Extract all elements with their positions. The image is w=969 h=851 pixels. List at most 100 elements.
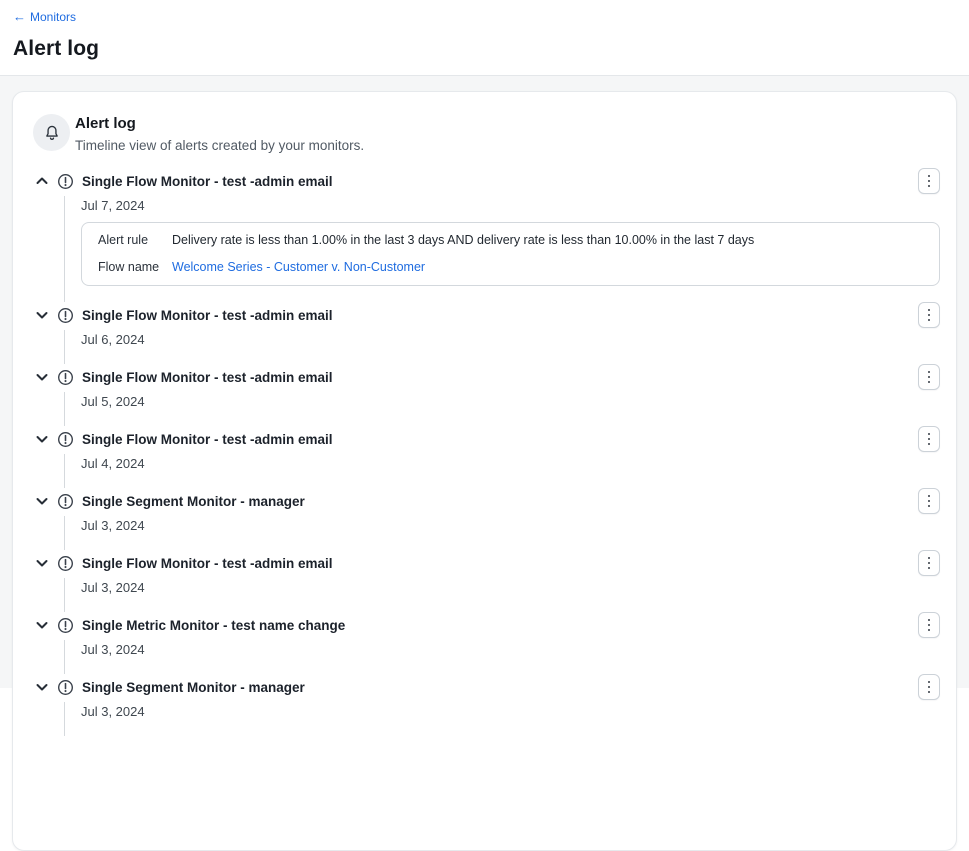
kebab-dot xyxy=(928,624,931,627)
alert-warning-icon xyxy=(57,307,74,324)
card-titles: Alert log Timeline view of alerts create… xyxy=(75,114,364,155)
expand-collapse-button[interactable] xyxy=(33,430,51,448)
kebab-dot xyxy=(928,314,931,317)
alert-entry-header: Single Flow Monitor - test -admin email xyxy=(33,305,940,325)
alert-entry-header: Single Flow Monitor - test -admin email xyxy=(33,553,940,573)
alert-title: Single Flow Monitor - test -admin email xyxy=(82,432,333,447)
kebab-dot xyxy=(928,433,931,436)
expand-collapse-button[interactable] xyxy=(33,678,51,696)
alert-title: Single Flow Monitor - test -admin email xyxy=(82,174,333,189)
alert-entry: Single Flow Monitor - test -admin email … xyxy=(33,305,940,367)
alert-rule-label: Alert rule xyxy=(98,233,172,248)
flow-name-link[interactable]: Welcome Series - Customer v. Non-Custome… xyxy=(172,260,425,275)
alert-title: Single Flow Monitor - test -admin email xyxy=(82,370,333,385)
kebab-dot xyxy=(928,691,931,694)
alert-entry: Single Flow Monitor - test -admin email … xyxy=(33,553,940,615)
alert-entry: Single Flow Monitor - test -admin email … xyxy=(33,367,940,429)
expand-collapse-button[interactable] xyxy=(33,368,51,386)
kebab-menu-button[interactable] xyxy=(918,612,940,638)
breadcrumb-label: Monitors xyxy=(30,10,76,24)
kebab-dot xyxy=(928,309,931,312)
alert-date: Jul 3, 2024 xyxy=(81,642,940,658)
alert-list: Single Flow Monitor - test -admin email … xyxy=(33,171,940,739)
kebab-dot xyxy=(928,562,931,565)
chevron-down-icon xyxy=(34,617,50,633)
alert-rule-value: Delivery rate is less than 1.00% in the … xyxy=(172,233,754,248)
kebab-menu-button[interactable] xyxy=(918,302,940,328)
kebab-dot xyxy=(928,629,931,632)
alert-entry: Single Segment Monitor - manager Jul 3, … xyxy=(33,677,940,739)
alert-entry: Single Flow Monitor - test -admin email … xyxy=(33,429,940,491)
alert-warning-icon xyxy=(57,679,74,696)
alert-date: Jul 7, 2024 xyxy=(81,198,940,214)
breadcrumb-monitors-link[interactable]: ← Monitors xyxy=(13,10,76,24)
alert-entry-header: Single Metric Monitor - test name change xyxy=(33,615,940,635)
alert-entry-body: Jul 3, 2024 xyxy=(81,518,940,534)
kebab-dot xyxy=(928,443,931,446)
alert-entry-header: Single Flow Monitor - test -admin email xyxy=(33,367,940,387)
card-subtitle: Timeline view of alerts created by your … xyxy=(75,137,364,155)
kebab-dot xyxy=(928,557,931,560)
kebab-dot xyxy=(928,619,931,622)
timeline-connector xyxy=(64,702,65,736)
alert-entry: Single Flow Monitor - test -admin email … xyxy=(33,171,940,305)
alert-details: Alert rule Delivery rate is less than 1.… xyxy=(81,222,940,286)
top-header: ← Monitors Alert log xyxy=(0,0,969,61)
kebab-menu-button[interactable] xyxy=(918,364,940,390)
expand-collapse-button[interactable] xyxy=(33,492,51,510)
alert-title: Single Metric Monitor - test name change xyxy=(82,618,345,633)
alert-rule-row: Alert rule Delivery rate is less than 1.… xyxy=(98,233,923,248)
kebab-dot xyxy=(928,185,931,188)
kebab-dot xyxy=(928,371,931,374)
kebab-menu-button[interactable] xyxy=(918,426,940,452)
card-title: Alert log xyxy=(75,114,364,134)
back-arrow-icon: ← xyxy=(13,10,26,23)
expand-collapse-button[interactable] xyxy=(33,306,51,324)
alert-entry: Single Metric Monitor - test name change… xyxy=(33,615,940,677)
alert-warning-icon xyxy=(57,431,74,448)
kebab-dot xyxy=(928,376,931,379)
alert-title: Single Flow Monitor - test -admin email xyxy=(82,308,333,323)
kebab-dot xyxy=(928,438,931,441)
alert-title: Single Flow Monitor - test -admin email xyxy=(82,556,333,571)
bell-icon xyxy=(43,124,61,142)
timeline-connector xyxy=(64,640,65,674)
chevron-down-icon xyxy=(34,173,50,189)
alert-entry-header: Single Flow Monitor - test -admin email xyxy=(33,171,940,191)
kebab-dot xyxy=(928,381,931,384)
alert-date: Jul 4, 2024 xyxy=(81,456,940,472)
content-area: Alert log Timeline view of alerts create… xyxy=(0,76,969,688)
alert-title: Single Segment Monitor - manager xyxy=(82,494,305,509)
alert-entry-body: Jul 3, 2024 xyxy=(81,642,940,658)
kebab-dot xyxy=(928,681,931,684)
kebab-menu-button[interactable] xyxy=(918,168,940,194)
chevron-down-icon xyxy=(34,555,50,571)
alert-entry-body: Jul 3, 2024 xyxy=(81,580,940,596)
timeline-connector xyxy=(64,196,65,302)
alert-entry-header: Single Flow Monitor - test -admin email xyxy=(33,429,940,449)
alert-date: Jul 3, 2024 xyxy=(81,518,940,534)
alert-log-card: Alert log Timeline view of alerts create… xyxy=(12,91,957,851)
timeline-connector xyxy=(64,454,65,488)
chevron-down-icon xyxy=(34,307,50,323)
kebab-menu-button[interactable] xyxy=(918,488,940,514)
expand-collapse-button[interactable] xyxy=(33,554,51,572)
alert-entry-header: Single Segment Monitor - manager xyxy=(33,677,940,697)
kebab-dot xyxy=(928,319,931,322)
alert-warning-icon xyxy=(57,493,74,510)
alert-entry-header: Single Segment Monitor - manager xyxy=(33,491,940,511)
timeline-connector xyxy=(64,578,65,612)
expand-collapse-button[interactable] xyxy=(33,616,51,634)
timeline-connector xyxy=(64,392,65,426)
alert-date: Jul 6, 2024 xyxy=(81,332,940,348)
alert-warning-icon xyxy=(57,369,74,386)
kebab-menu-button[interactable] xyxy=(918,674,940,700)
alert-entry-body: Jul 5, 2024 xyxy=(81,394,940,410)
timeline-connector xyxy=(64,516,65,550)
kebab-dot xyxy=(928,686,931,689)
kebab-dot xyxy=(928,180,931,183)
kebab-menu-button[interactable] xyxy=(918,550,940,576)
expand-collapse-button[interactable] xyxy=(33,172,51,190)
alert-date: Jul 3, 2024 xyxy=(81,580,940,596)
alert-entry-body: Jul 3, 2024 xyxy=(81,704,940,720)
